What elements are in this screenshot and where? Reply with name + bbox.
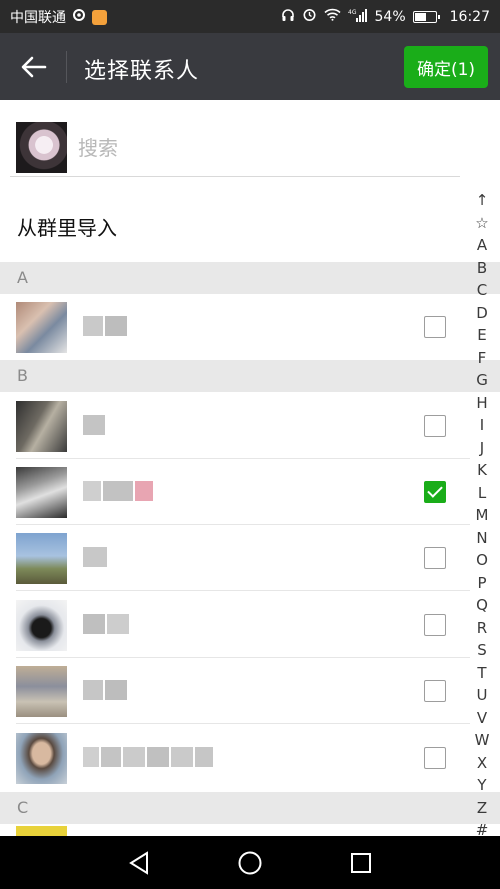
contact-checkbox[interactable] xyxy=(424,316,446,338)
contact-name-obscured xyxy=(83,614,131,636)
contact-avatar xyxy=(16,733,67,784)
sync-icon xyxy=(72,8,86,26)
contact-avatar xyxy=(16,302,67,353)
index-letter[interactable]: E xyxy=(470,324,494,347)
contact-checkbox[interactable] xyxy=(424,547,446,569)
section-header-a: A xyxy=(0,262,500,294)
index-letter[interactable]: A xyxy=(470,234,494,257)
search-underline xyxy=(10,176,460,177)
contact-name-obscured xyxy=(83,415,107,437)
page-title: 选择联系人 xyxy=(84,59,200,84)
index-letter[interactable]: M xyxy=(470,504,494,527)
square-recents-icon xyxy=(351,852,371,873)
status-bar: 中国联通 4G 54% 16:27 xyxy=(0,0,500,33)
alarm-icon xyxy=(302,7,317,26)
title-divider xyxy=(66,51,67,83)
search-input[interactable] xyxy=(78,134,418,162)
section-header-c: C xyxy=(0,792,500,824)
import-from-group-item[interactable]: 从群里导入 xyxy=(0,178,470,262)
contact-row[interactable] xyxy=(0,658,470,724)
index-letter[interactable]: P xyxy=(470,572,494,595)
contact-row[interactable] xyxy=(0,592,470,658)
contact-checkbox[interactable] xyxy=(424,680,446,702)
index-letter[interactable]: Y xyxy=(470,774,494,797)
index-letter[interactable]: D xyxy=(470,302,494,325)
contact-row[interactable] xyxy=(0,525,470,591)
index-letter[interactable]: O xyxy=(470,549,494,572)
index-letter[interactable]: L xyxy=(470,482,494,505)
contact-name-obscured xyxy=(83,481,155,503)
index-letter[interactable]: G xyxy=(470,369,494,392)
contact-avatar xyxy=(16,467,67,518)
contact-name-obscured xyxy=(83,316,129,338)
contact-avatar xyxy=(16,666,67,717)
confirm-button[interactable]: 确定(1) xyxy=(404,46,488,88)
index-letter[interactable]: W xyxy=(470,729,494,752)
index-letter[interactable]: Z xyxy=(470,797,494,820)
nav-home-button[interactable] xyxy=(215,836,285,889)
system-nav-bar xyxy=(0,836,500,889)
contact-row[interactable] xyxy=(0,393,470,459)
row-divider xyxy=(16,723,470,724)
svg-text:4G: 4G xyxy=(348,9,357,16)
contact-checkbox[interactable] xyxy=(424,415,446,437)
status-left: 中国联通 xyxy=(10,7,107,27)
app-notification-icon xyxy=(92,9,107,25)
index-letter[interactable]: J xyxy=(470,437,494,460)
contact-avatar xyxy=(16,533,67,584)
alphabet-index-bar[interactable]: ↑ ☆ A B C D E F G H I J K L M N O P Q R S T U V W X Y Z # xyxy=(470,189,494,842)
circle-home-icon xyxy=(238,851,262,874)
index-letter[interactable]: ↑ xyxy=(470,189,494,212)
import-from-group-label: 从群里导入 xyxy=(17,216,117,240)
clock: 16:27 xyxy=(449,8,490,25)
back-button[interactable] xyxy=(14,47,54,87)
index-letter[interactable]: ☆ xyxy=(470,212,494,235)
search-row xyxy=(0,100,500,178)
headphones-icon xyxy=(281,8,295,26)
nav-recents-button[interactable] xyxy=(326,836,396,889)
contact-checkbox[interactable] xyxy=(424,747,446,769)
contact-name-obscured xyxy=(83,747,215,769)
index-letter[interactable]: C xyxy=(470,279,494,302)
index-letter[interactable]: V xyxy=(470,707,494,730)
contact-row[interactable] xyxy=(0,459,470,525)
section-letter: A xyxy=(17,268,28,287)
index-letter[interactable]: X xyxy=(470,752,494,775)
contact-checkbox[interactable] xyxy=(424,481,446,503)
index-letter[interactable]: U xyxy=(470,684,494,707)
status-right: 4G 54% 16:27 xyxy=(281,7,490,26)
carrier-name: 中国联通 xyxy=(10,10,66,26)
index-letter[interactable]: F xyxy=(470,347,494,370)
title-bar: 选择联系人 确定(1) xyxy=(0,33,500,100)
contact-avatar-partial xyxy=(16,826,67,836)
contact-avatar xyxy=(16,401,67,452)
battery-icon xyxy=(412,10,440,23)
contact-avatar xyxy=(16,600,67,651)
index-letter[interactable]: I xyxy=(470,414,494,437)
section-letter: B xyxy=(17,366,28,385)
section-letter: C xyxy=(17,798,29,817)
index-letter[interactable]: S xyxy=(470,639,494,662)
index-letter[interactable]: B xyxy=(470,257,494,280)
index-letter[interactable]: R xyxy=(470,617,494,640)
section-header-b: B xyxy=(0,360,500,392)
index-letter[interactable]: H xyxy=(470,392,494,415)
nav-back-button[interactable] xyxy=(104,836,174,889)
triangle-back-icon xyxy=(129,850,148,875)
selected-contact-avatar[interactable] xyxy=(16,122,67,173)
battery-percent: 54% xyxy=(374,8,406,25)
contact-name-obscured xyxy=(83,680,129,702)
signal-icon: 4G xyxy=(348,8,368,26)
index-letter[interactable]: T xyxy=(470,662,494,685)
contact-name-obscured xyxy=(83,547,109,569)
contact-row[interactable] xyxy=(0,725,470,791)
contact-checkbox[interactable] xyxy=(424,614,446,636)
index-letter[interactable]: K xyxy=(470,459,494,482)
contact-row[interactable] xyxy=(0,294,470,360)
index-letter[interactable]: Q xyxy=(470,594,494,617)
row-divider xyxy=(16,590,470,591)
wifi-icon xyxy=(323,8,341,25)
arrow-left-icon xyxy=(21,56,47,78)
index-letter[interactable]: N xyxy=(470,527,494,550)
